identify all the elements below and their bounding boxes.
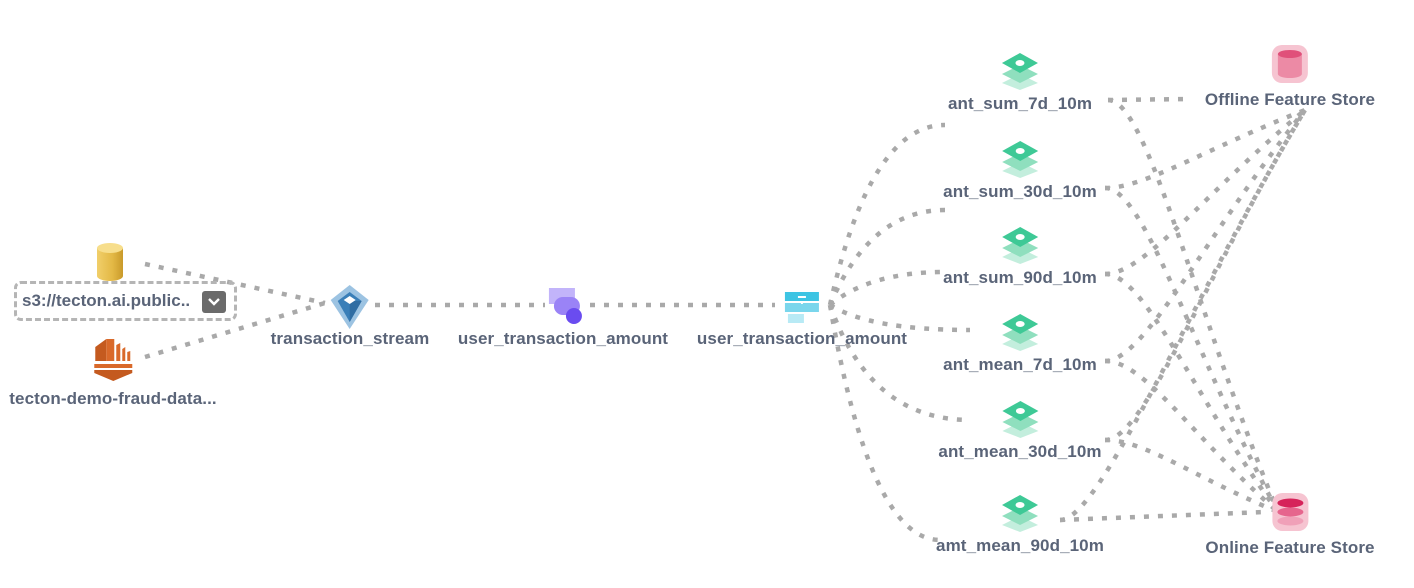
feature-view-icon (780, 285, 824, 329)
batch-source-label: s3://tecton.ai.public.. (22, 291, 191, 310)
feature-node[interactable]: ant_mean_30d_10m (938, 396, 1102, 462)
edge-feature-3-to-offline (1104, 108, 1307, 364)
node-batch-source-icon-wrap[interactable] (88, 240, 132, 284)
feature-layers-icon (998, 136, 1042, 180)
lineage-canvas: s3://tecton.ai.public.. tecton-demo-frau… (0, 0, 1414, 588)
transformation-label: user_transaction_amount (457, 329, 669, 348)
online-store-node[interactable]: Online Feature Store (1205, 490, 1375, 558)
feature-node[interactable]: ant_sum_7d_10m (948, 48, 1092, 114)
stream-source-node[interactable]: tecton-demo-fraud-data... (9, 337, 217, 409)
online-store-icon (1268, 490, 1312, 534)
edge-feature-2-to-offline (1104, 108, 1307, 277)
feature-label: ant_sum_90d_10m (943, 268, 1097, 287)
transformation-node[interactable]: user_transaction_amount (458, 285, 668, 349)
feature-node[interactable]: ant_mean_7d_10m (943, 309, 1097, 375)
s3-bucket-icon (88, 240, 132, 284)
feature-layers-icon (998, 309, 1042, 353)
feature-label: amt_mean_90d_10m (936, 536, 1104, 555)
feature-layers-icon (998, 222, 1042, 266)
offline-store-icon (1268, 42, 1312, 86)
feature-layers-icon (998, 48, 1042, 92)
edge-feature-0-to-online (1107, 97, 1281, 513)
stream-source-label: tecton-demo-fraud-data... (9, 389, 217, 408)
feature-view-node[interactable]: user_transaction_amount (697, 285, 907, 349)
feature-label: ant_sum_7d_10m (947, 94, 1093, 113)
stream-source-icon (328, 285, 372, 329)
feature-node[interactable]: ant_sum_30d_10m (943, 136, 1097, 202)
edge-feature-0-to-offline (1107, 96, 1191, 103)
feature-view-label: user_transaction_amount (696, 329, 908, 348)
edge-feature-1-to-offline (1104, 107, 1306, 191)
batch-source-node[interactable]: s3://tecton.ai.public.. (14, 281, 237, 321)
feature-node[interactable]: amt_mean_90d_10m (936, 490, 1104, 556)
feature-label: ant_mean_7d_10m (943, 355, 1097, 374)
transformation-icon (541, 285, 585, 329)
feature-label: ant_mean_30d_10m (938, 442, 1102, 461)
offline-store-label: Offline Feature Store (1204, 90, 1376, 109)
feature-layers-icon (998, 490, 1042, 534)
offline-store-node[interactable]: Offline Feature Store (1205, 42, 1375, 110)
transaction-stream-label: transaction_stream (270, 329, 430, 348)
feature-label: ant_sum_30d_10m (943, 182, 1097, 201)
edge-entity-to-feature-0 (827, 122, 946, 306)
kinesis-stream-icon (91, 337, 135, 381)
chevron-down-icon[interactable] (202, 291, 226, 313)
edge-feature-2-to-online (1104, 271, 1280, 514)
online-store-label: Online Feature Store (1205, 538, 1375, 557)
feature-layers-icon (998, 396, 1042, 440)
transaction-stream-node[interactable]: transaction_stream (271, 285, 430, 349)
feature-node[interactable]: ant_sum_90d_10m (943, 222, 1097, 288)
